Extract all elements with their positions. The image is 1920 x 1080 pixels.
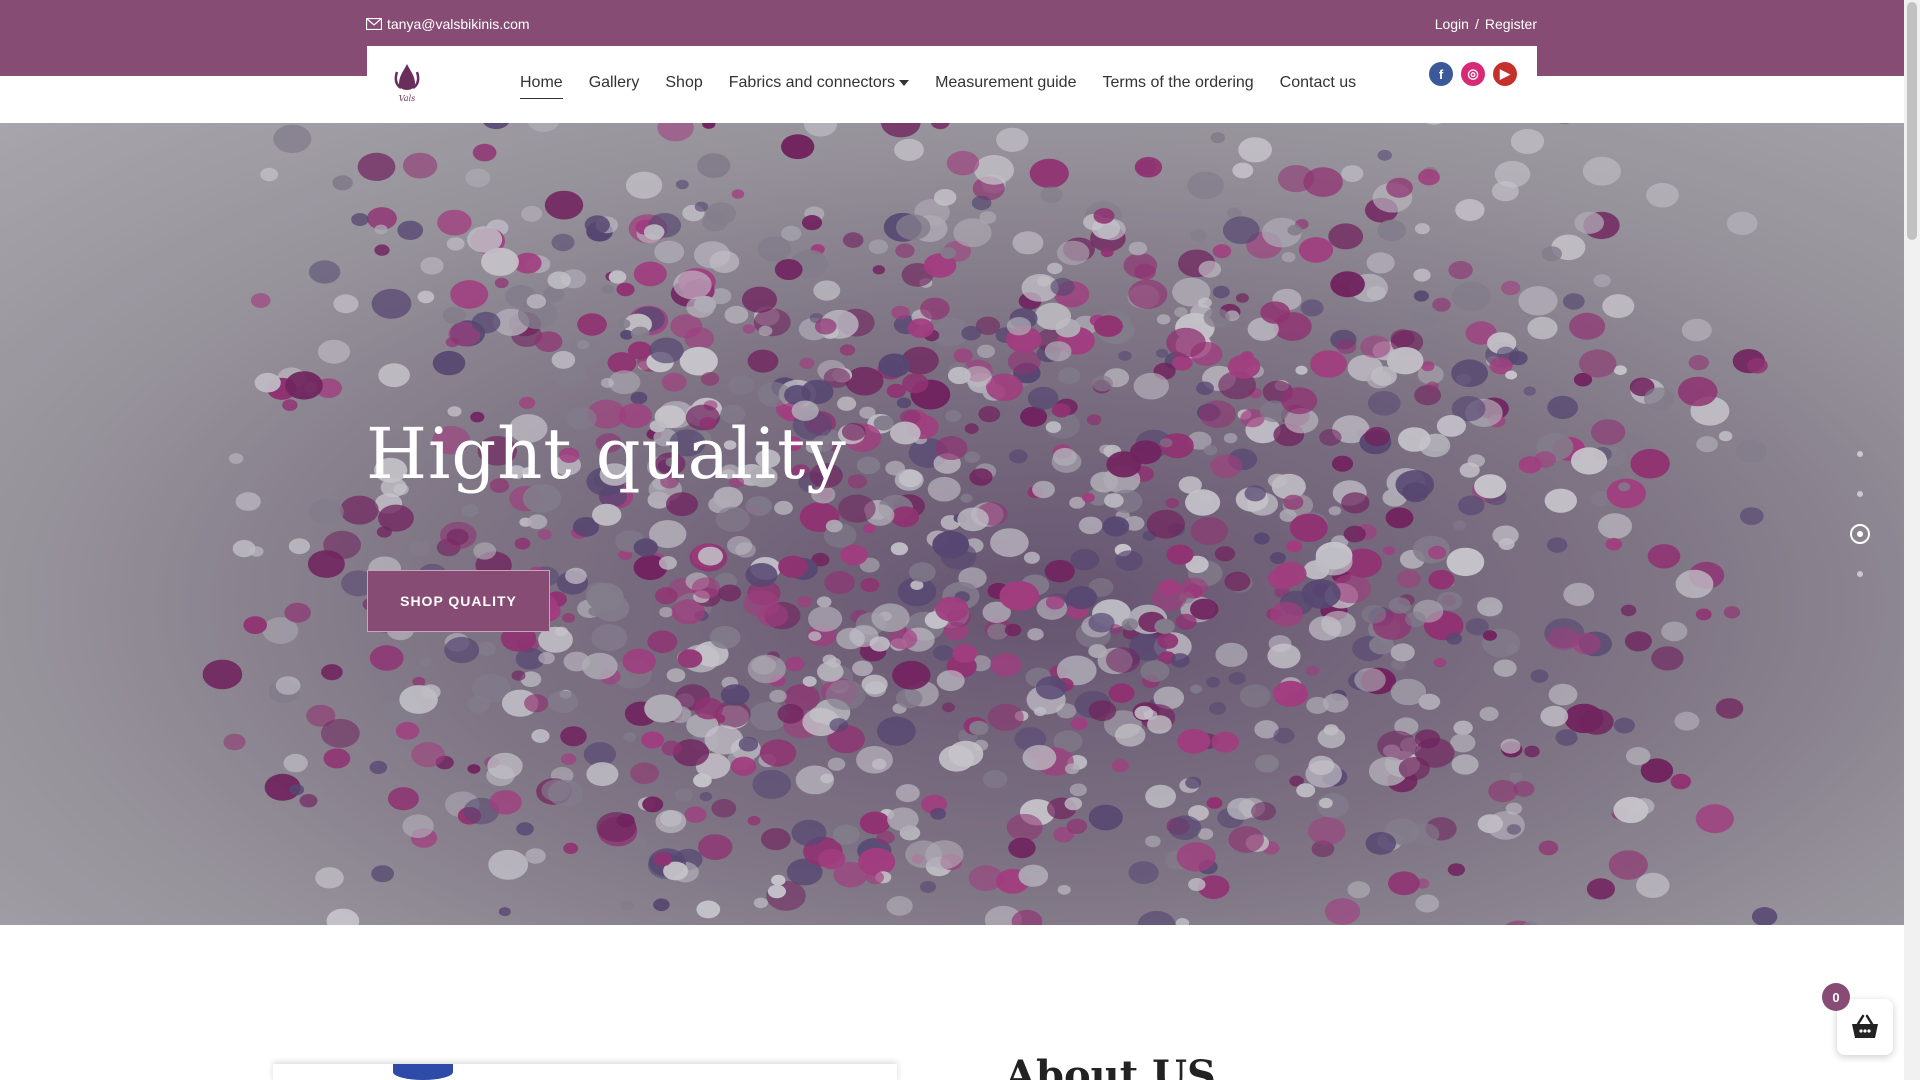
auth-separator: /	[1474, 16, 1479, 32]
nav-gallery[interactable]: Gallery	[576, 74, 653, 92]
cart-count-badge: 0	[1822, 983, 1850, 1011]
hero-slider: Hight quality SHOP QUALITY	[0, 123, 1904, 925]
slider-dot-1[interactable]	[1857, 451, 1863, 457]
scrollbar-thumb[interactable]	[1907, 2, 1917, 240]
social-links: f ◎ ▶	[1429, 62, 1517, 86]
top-email[interactable]: tanya@valsbikinis.com	[366, 16, 530, 32]
instagram-icon[interactable]: ◎	[1461, 62, 1485, 86]
login-link[interactable]: Login	[1435, 16, 1469, 32]
svg-text:Vals: Vals	[399, 94, 415, 103]
slider-dots	[1850, 451, 1870, 577]
vals-logo[interactable]: Vals	[391, 62, 423, 104]
nav-fabrics-label: Fabrics and connectors	[728, 74, 896, 91]
cart-button[interactable]	[1837, 999, 1893, 1055]
slider-dot-3-active[interactable]	[1850, 524, 1870, 544]
nav-home[interactable]: Home	[507, 74, 576, 99]
slider-dot-4[interactable]	[1857, 571, 1863, 577]
primary-nav: Home Gallery Shop Fabrics and connectors…	[507, 74, 1369, 99]
about-image	[273, 1064, 897, 1080]
auth-links: Login / Register	[1435, 16, 1537, 32]
facebook-icon[interactable]: f	[1429, 62, 1453, 86]
nav-measurement-guide[interactable]: Measurement guide	[922, 74, 1089, 92]
slider-dot-2[interactable]	[1857, 491, 1863, 497]
shop-quality-button[interactable]: SHOP QUALITY	[367, 570, 550, 632]
page-scrollbar[interactable]	[1904, 0, 1920, 1080]
nav-shop[interactable]: Shop	[652, 74, 715, 92]
basket-icon	[1852, 1014, 1878, 1038]
email-link[interactable]: tanya@valsbikinis.com	[387, 16, 530, 32]
envelope-icon	[366, 18, 382, 30]
youtube-icon[interactable]: ▶	[1493, 62, 1517, 86]
caret-down-icon	[899, 79, 910, 86]
nav-contact-us[interactable]: Contact us	[1267, 74, 1369, 92]
hero-overlay	[0, 123, 1904, 925]
main-navbar: Vals Home Gallery Shop Fabrics and conne…	[367, 46, 1537, 122]
about-title: About US	[1005, 1052, 1216, 1080]
nav-fabrics-and-connectors[interactable]: Fabrics and connectors	[716, 74, 922, 92]
hero-title: Hight quality	[366, 413, 847, 495]
register-link[interactable]: Register	[1485, 16, 1537, 32]
nav-terms-of-ordering[interactable]: Terms of the ordering	[1089, 74, 1266, 92]
